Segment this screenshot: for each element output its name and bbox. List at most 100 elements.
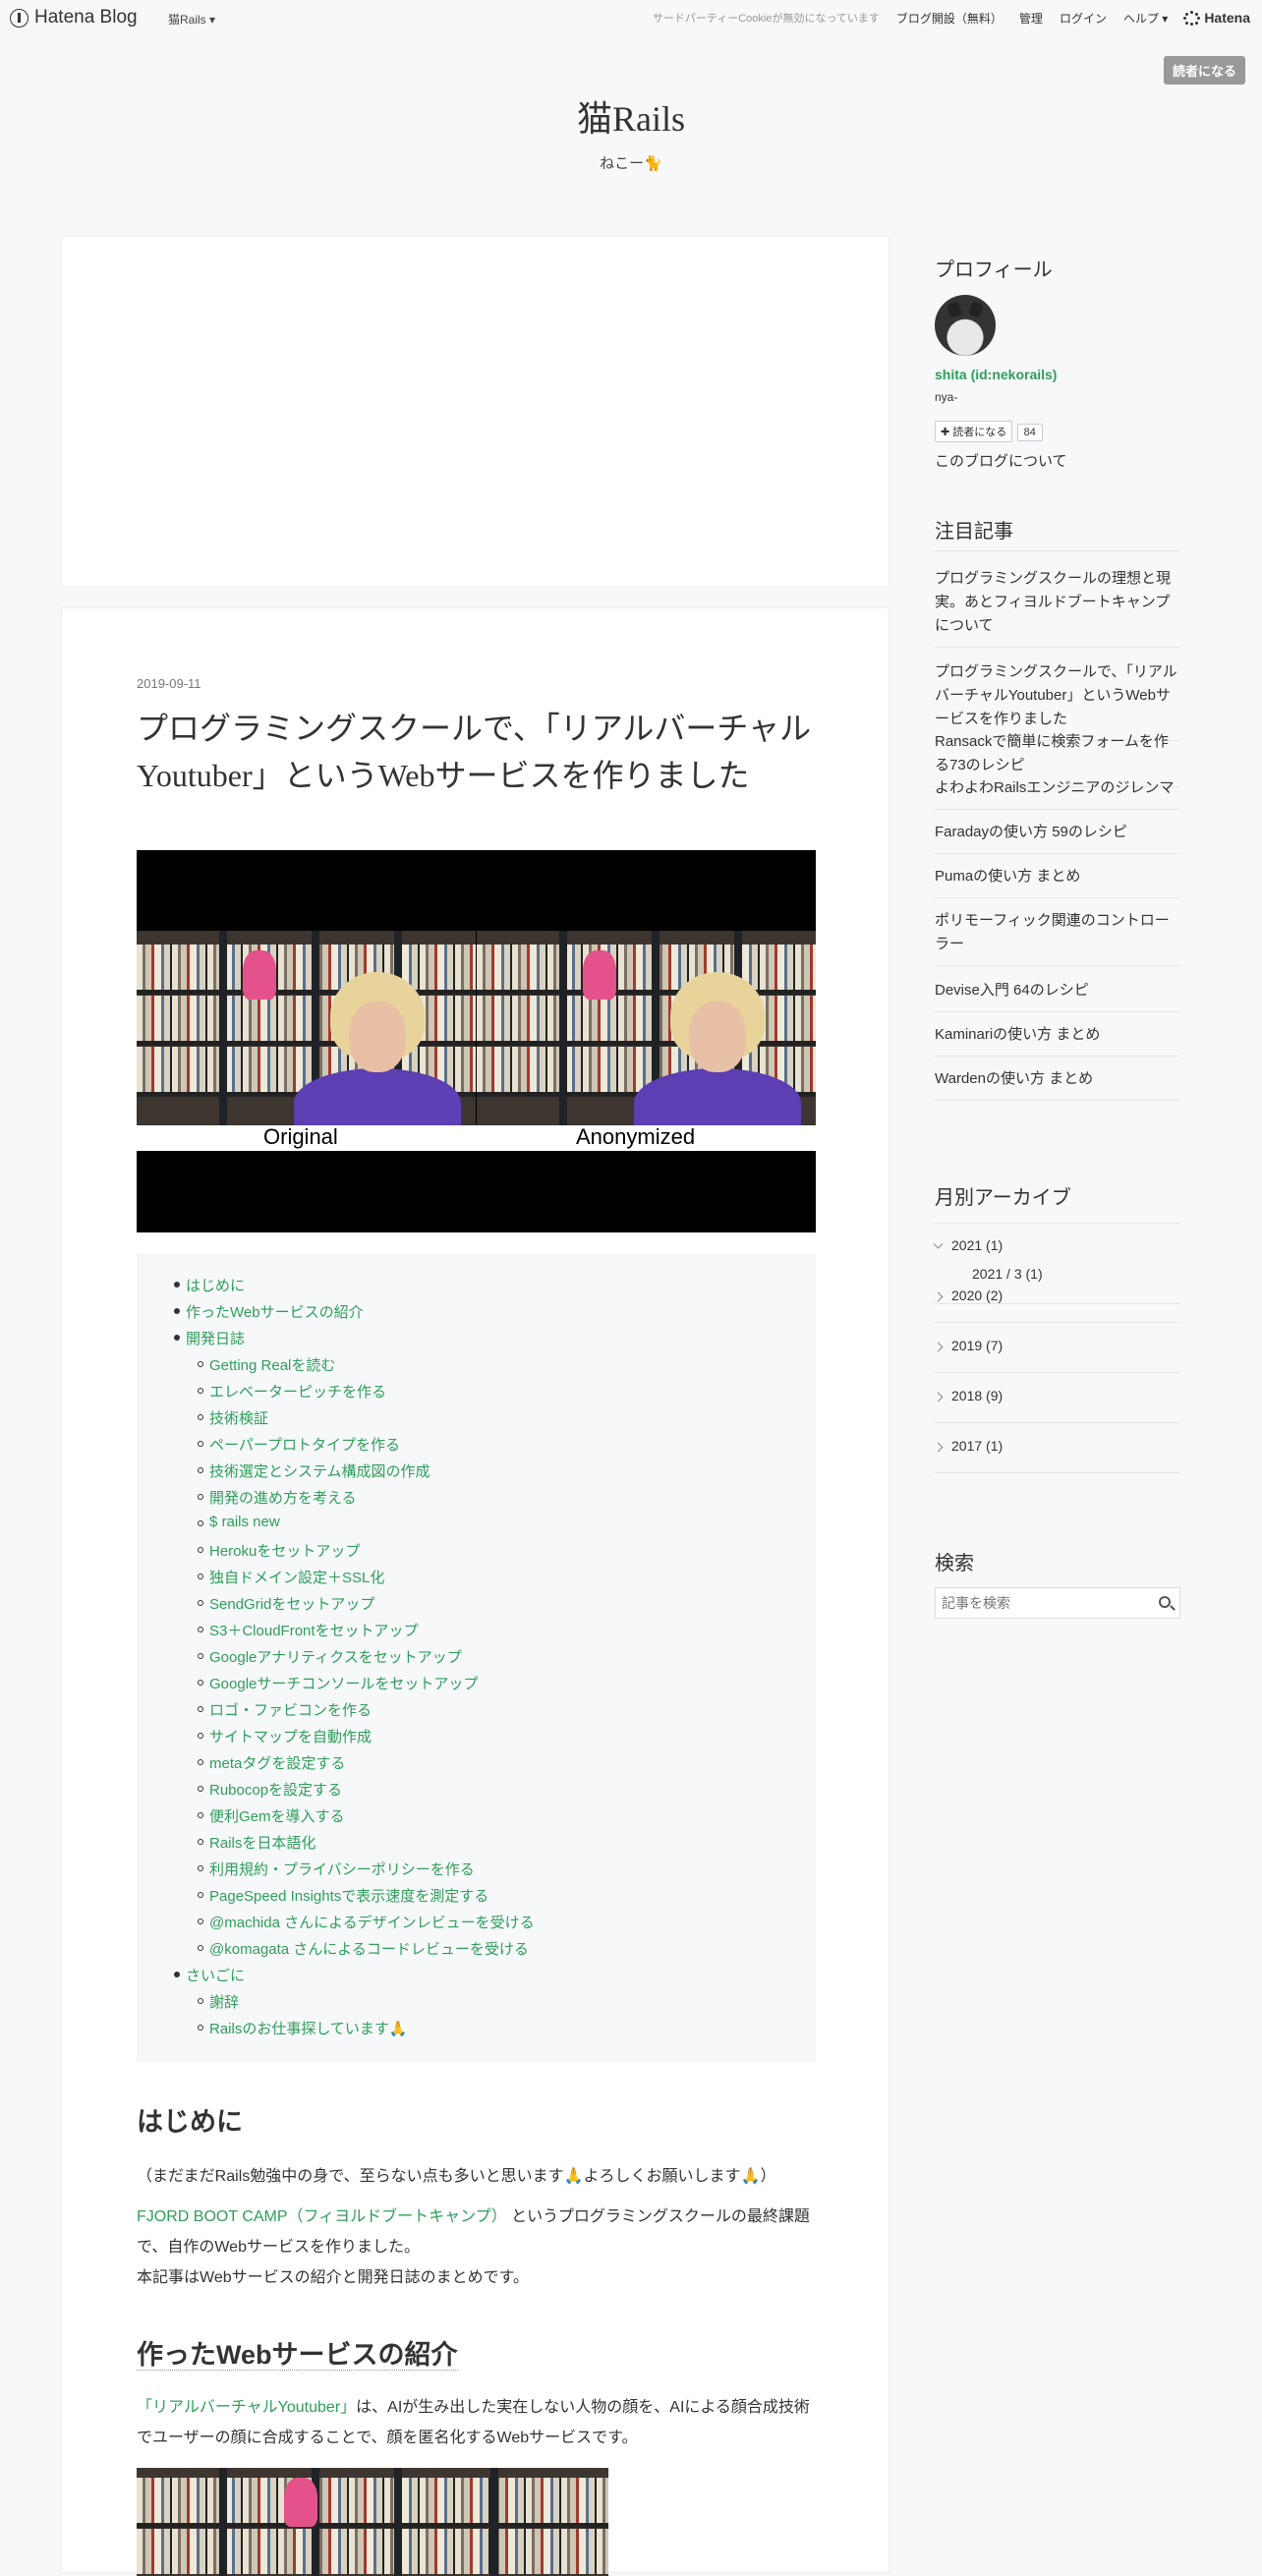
heading-service: 作ったWebサービスの紹介: [137, 2340, 458, 2371]
blog-menu[interactable]: 猫Rails ▾: [168, 11, 215, 28]
popular-item[interactable]: Pumaの使い方 まとめ: [935, 865, 1180, 898]
entry-title[interactable]: プログラミングスクールで、「リアルバーチャルYoutuber」というWebサービ…: [137, 705, 825, 799]
toc-item[interactable]: Getting Realを読む: [209, 1354, 335, 1375]
archive-year[interactable]: 2020 (2): [933, 1288, 1180, 1323]
toc-bullet: [198, 1627, 203, 1632]
toc-item[interactable]: $ rails new: [209, 1514, 280, 1530]
caption-original: Original: [263, 1124, 338, 1149]
popular-item[interactable]: プログラミングスクールで、「リアルバーチャルYoutuber」というWebサービ…: [935, 660, 1180, 741]
toc-item[interactable]: Rubocopを設定する: [209, 1779, 342, 1800]
toc-item[interactable]: エレベーターピッチを作る: [209, 1381, 386, 1402]
popular-item[interactable]: プログラミングスクールの理想と現実。あとフィヨルドブートキャンプについて: [935, 567, 1180, 648]
profile-subscribe-button[interactable]: ✚ 読者になる: [935, 421, 1013, 442]
toc-bullet: [198, 1520, 203, 1526]
intro-paragraph-3: 本記事はWebサービスの紹介と開発日誌のまとめです。: [137, 2269, 530, 2286]
hatena-blog-logo[interactable]: Hatena Blog: [10, 7, 138, 29]
toc-item[interactable]: ロゴ・ファビコンを作る: [209, 1699, 372, 1720]
archive-year-label: 2020 (2): [951, 1288, 1004, 1303]
toc-item[interactable]: Railsのお仕事探しています🙏: [209, 2018, 408, 2038]
subscribe-button[interactable]: 読者になる: [1163, 56, 1245, 85]
toc-item[interactable]: さいごに: [186, 1965, 245, 1985]
about-blog-link[interactable]: このブログについて: [935, 453, 1067, 470]
toc-bullet: [198, 1494, 203, 1500]
toc-item[interactable]: @komagata さんによるコードレビューを受ける: [209, 1938, 529, 1959]
search-icon[interactable]: [1159, 1596, 1171, 1608]
search-heading: 検索: [935, 1553, 974, 1574]
toc-bullet: [198, 1653, 203, 1659]
fjord-boot-camp-link[interactable]: FJORD BOOT CAMP（フィヨルドブートキャンプ）: [137, 2208, 507, 2225]
admin-link[interactable]: 管理: [1019, 10, 1043, 27]
archive-year-label: 2018 (9): [951, 1388, 1004, 1403]
entry-article: 2019-09-11 プログラミングスクールで、「リアルバーチャルYoutube…: [61, 607, 889, 2576]
popular-item[interactable]: ポリモーフィック関連のコントローラー: [935, 909, 1180, 966]
toc-item[interactable]: SendGridをセットアップ: [209, 1593, 374, 1614]
hatena-link[interactable]: Hatena: [1183, 10, 1250, 26]
toc-bullet: [174, 1282, 180, 1288]
archive-year[interactable]: 2019 (7): [933, 1338, 1180, 1373]
subscriber-count: 84: [1016, 423, 1043, 441]
eyecatch-image: Original Anonymized: [137, 850, 816, 1232]
popular-item[interactable]: Kaminariの使い方 まとめ: [935, 1023, 1180, 1057]
popular-item[interactable]: Devise入門 64のレシピ: [935, 979, 1180, 1012]
search-input[interactable]: [936, 1588, 1132, 1618]
profile-id-link[interactable]: shita (id:nekorails): [935, 367, 1057, 382]
toc-item[interactable]: サイトマップを自動作成: [209, 1726, 372, 1746]
toc-bullet: [198, 1600, 203, 1606]
toc-item[interactable]: metaタグを設定する: [209, 1752, 345, 1773]
toc-bullet: [198, 1706, 203, 1712]
popular-item[interactable]: よわよわRailsエンジニアのジレンマ: [935, 776, 1180, 810]
toc-item[interactable]: @machida さんによるデザインレビューを受ける: [209, 1912, 535, 1932]
archive-list: 2021 (1) 2021 / 3 (1) 2020 (2) 2019 (7) 2018…: [933, 1223, 1180, 1508]
toc-item[interactable]: 独自ドメイン設定＋SSL化: [209, 1567, 384, 1587]
chevron-right-icon: [933, 1342, 944, 1352]
toc-bullet: [198, 1892, 203, 1898]
toc-item[interactable]: ペーパープロトタイプを作る: [209, 1434, 400, 1455]
toc-item[interactable]: Googleアナリティクスをセットアップ: [209, 1646, 462, 1667]
logo-text: Hatena Blog: [34, 7, 138, 28]
archive-year[interactable]: 2017 (1): [933, 1438, 1180, 1473]
toc-item[interactable]: 作ったWebサービスの紹介: [186, 1301, 364, 1322]
blog-title[interactable]: 猫Rails: [0, 90, 1262, 142]
open-blog-link[interactable]: ブログ開設（無料）: [896, 10, 1003, 27]
sidebar-profile: プロフィール: [935, 254, 1180, 282]
toc-item[interactable]: 技術選定とシステム構成図の作成: [209, 1460, 430, 1481]
archive-month[interactable]: 2021 / 3 (1): [972, 1266, 1043, 1282]
hatena-label: Hatena: [1204, 10, 1250, 26]
toc-item[interactable]: 開発の進め方を考える: [209, 1487, 357, 1508]
login-link[interactable]: ログイン: [1060, 10, 1107, 27]
intro-paragraph-2: FJORD BOOT CAMP（フィヨルドブートキャンプ） というプログラミング…: [137, 2208, 810, 2256]
profile-bio: nya-: [935, 390, 958, 404]
toc-item[interactable]: 開発日誌: [186, 1328, 245, 1348]
toc-item[interactable]: 便利Gemを導入する: [209, 1805, 345, 1826]
toc-bullet: [198, 1680, 203, 1686]
toc-item[interactable]: PageSpeed Insightsで表示速度を測定する: [209, 1885, 488, 1906]
chevron-right-icon: [933, 1392, 944, 1402]
blog-description: ねこー🐈: [600, 155, 662, 172]
toc-item[interactable]: S3＋CloudFrontをセットアップ: [209, 1620, 419, 1640]
plus-icon: ✚: [941, 426, 950, 438]
archive-year[interactable]: 2018 (9): [933, 1388, 1180, 1423]
toc-bullet: [198, 1945, 203, 1951]
toc-item[interactable]: Railsを日本語化: [209, 1832, 316, 1853]
popular-item[interactable]: Wardenの使い方 まとめ: [935, 1067, 1180, 1101]
service-paragraph: 「リアルバーチャルYoutuber」は、AIが生み出した実在しない人物の顔を、A…: [137, 2399, 810, 2446]
service-link[interactable]: 「リアルバーチャルYoutuber」: [137, 2399, 356, 2416]
hatena-blog-logo-icon: [10, 8, 29, 28]
toc-item[interactable]: 謝辞: [209, 1991, 239, 2012]
toc-item[interactable]: 技術検証: [209, 1407, 268, 1428]
toc-item[interactable]: Googleサーチコンソールをセットアップ: [209, 1673, 478, 1693]
help-menu[interactable]: ヘルプ ▾: [1123, 10, 1168, 27]
toc-bullet: [198, 1839, 203, 1845]
avatar[interactable]: [935, 295, 996, 356]
toc-bullet: [198, 2025, 203, 2031]
popular-list: プログラミングスクールの理想と現実。あとフィヨルドブートキャンプについて プログラ…: [935, 550, 1180, 1140]
entry-date[interactable]: 2019-09-11: [137, 676, 201, 691]
toc-bullet: [198, 1547, 203, 1553]
archive-year-label: 2021 (1): [951, 1237, 1004, 1253]
toc-item[interactable]: はじめに: [186, 1275, 245, 1295]
popular-item[interactable]: Faradayの使い方 59のレシピ: [935, 821, 1180, 854]
archive-year-label: 2019 (7): [951, 1338, 1004, 1353]
toc-item[interactable]: 利用規約・プライバシーポリシーを作る: [209, 1859, 475, 1879]
popular-heading: 注目記事: [935, 521, 1013, 543]
toc-item[interactable]: Herokuをセットアップ: [209, 1540, 360, 1561]
